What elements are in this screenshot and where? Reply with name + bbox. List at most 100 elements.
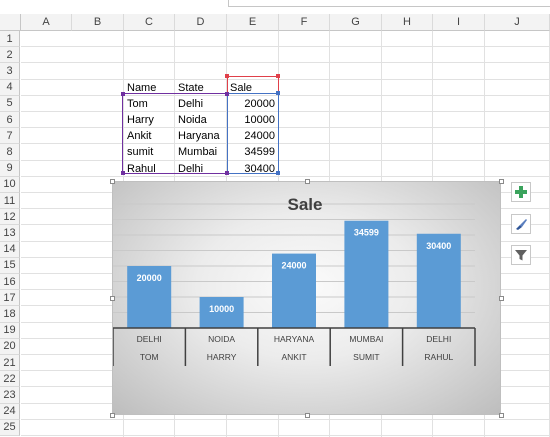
select-all-corner[interactable] bbox=[0, 14, 21, 31]
range-resize-handle[interactable] bbox=[121, 171, 125, 175]
bar-data-label: 20000 bbox=[137, 273, 162, 283]
gridline-horizontal bbox=[21, 175, 550, 177]
chart-resize-handle[interactable] bbox=[110, 413, 115, 418]
chart-filters-button[interactable] bbox=[511, 245, 531, 265]
row-header-15[interactable]: 15 bbox=[0, 257, 20, 274]
row-header-3[interactable]: 3 bbox=[0, 63, 20, 80]
row-header-5[interactable]: 5 bbox=[0, 95, 20, 112]
gridline-horizontal bbox=[21, 159, 550, 161]
row-header-17[interactable]: 17 bbox=[0, 290, 20, 307]
bar-data-label: 10000 bbox=[209, 304, 234, 314]
category-label-name: SUMIT bbox=[353, 352, 379, 362]
row-header-20[interactable]: 20 bbox=[0, 338, 20, 355]
row-header-16[interactable]: 16 bbox=[0, 274, 20, 291]
column-header-h[interactable]: H bbox=[382, 14, 433, 31]
table-cell[interactable]: Mumbai bbox=[178, 144, 223, 160]
table-cell[interactable]: Noida bbox=[178, 112, 223, 128]
row-header-1[interactable]: 1 bbox=[0, 31, 20, 48]
chart-resize-handle[interactable] bbox=[499, 413, 504, 418]
table-header-state[interactable]: State bbox=[178, 80, 223, 96]
range-resize-handle[interactable] bbox=[225, 171, 229, 175]
row-header-10[interactable]: 10 bbox=[0, 176, 20, 193]
column-header-d[interactable]: D bbox=[175, 14, 227, 31]
table-cell[interactable]: 34599 bbox=[230, 144, 275, 160]
row-header-8[interactable]: 8 bbox=[0, 144, 20, 161]
table-cell[interactable]: Tom bbox=[127, 96, 171, 112]
category-label-name: TOM bbox=[140, 352, 159, 362]
range-resize-handle[interactable] bbox=[225, 92, 229, 96]
category-label-state: DELHI bbox=[426, 334, 451, 344]
row-header-6[interactable]: 6 bbox=[0, 112, 20, 129]
chart-plot: 20000 10000 24000 34599 30400 DELHI TOM NOIDA H… bbox=[113, 195, 476, 366]
table-cell[interactable]: Haryana bbox=[178, 128, 223, 144]
chart-resize-handle[interactable] bbox=[110, 179, 115, 184]
brush-icon bbox=[516, 219, 527, 230]
gridline-horizontal bbox=[21, 143, 550, 145]
chart-resize-handle[interactable] bbox=[304, 413, 310, 418]
gridline-horizontal bbox=[21, 418, 550, 420]
chart-resize-handle[interactable] bbox=[499, 179, 504, 184]
gridline-horizontal bbox=[21, 94, 550, 96]
table-cell[interactable]: Rahul bbox=[127, 161, 171, 177]
table-cell[interactable]: 24000 bbox=[230, 128, 275, 144]
funnel-icon bbox=[515, 250, 527, 261]
table-header-sale[interactable]: Sale bbox=[230, 80, 275, 96]
range-resize-handle[interactable] bbox=[276, 91, 280, 95]
table-cell[interactable]: Harry bbox=[127, 112, 171, 128]
range-resize-handle[interactable] bbox=[121, 92, 125, 96]
table-cell[interactable]: 20000 bbox=[230, 96, 275, 112]
column-header-c[interactable]: C bbox=[124, 14, 175, 31]
chart-elements-button[interactable] bbox=[511, 182, 531, 202]
category-label-state: MUMBAI bbox=[349, 334, 383, 344]
column-header-j[interactable]: J bbox=[485, 14, 550, 31]
table-cell[interactable]: sumit bbox=[127, 144, 171, 160]
formula-bar-input[interactable] bbox=[228, 0, 550, 7]
row-header-2[interactable]: 2 bbox=[0, 47, 20, 64]
row-header-7[interactable]: 7 bbox=[0, 128, 20, 145]
category-label-state: HARYANA bbox=[274, 334, 315, 344]
plus-icon bbox=[515, 186, 527, 198]
row-header-14[interactable]: 14 bbox=[0, 241, 20, 258]
range-resize-handle[interactable] bbox=[276, 74, 280, 78]
row-header-12[interactable]: 12 bbox=[0, 209, 20, 226]
row-header-11[interactable]: 11 bbox=[0, 193, 20, 210]
range-resize-handle[interactable] bbox=[225, 74, 229, 78]
bar-data-label: 30400 bbox=[426, 241, 451, 251]
category-label-name: ANKIT bbox=[281, 352, 306, 362]
table-cell[interactable]: Ankit bbox=[127, 128, 171, 144]
row-header-19[interactable]: 19 bbox=[0, 322, 20, 339]
table-cell[interactable]: 10000 bbox=[230, 112, 275, 128]
chart-resize-handle[interactable] bbox=[110, 296, 115, 301]
row-header-4[interactable]: 4 bbox=[0, 79, 20, 96]
column-header-a[interactable]: A bbox=[21, 14, 72, 31]
column-header-g[interactable]: G bbox=[330, 14, 382, 31]
table-cell[interactable]: Delhi bbox=[178, 161, 223, 177]
row-header-24[interactable]: 24 bbox=[0, 403, 20, 420]
category-label-name: HARRY bbox=[207, 352, 237, 362]
range-resize-handle[interactable] bbox=[276, 171, 280, 175]
row-header-23[interactable]: 23 bbox=[0, 387, 20, 404]
table-cell[interactable]: Delhi bbox=[178, 96, 223, 112]
sale-chart[interactable]: 20000 10000 24000 34599 30400 DELHI TOM NOIDA H… bbox=[112, 181, 501, 415]
chart-resize-handle[interactable] bbox=[304, 179, 310, 184]
column-header-e[interactable]: E bbox=[227, 14, 279, 31]
table-header-name[interactable]: Name bbox=[127, 80, 171, 96]
table-cell[interactable]: 30400 bbox=[230, 161, 275, 177]
row-header-9[interactable]: 9 bbox=[0, 160, 20, 177]
chart-styles-button[interactable] bbox=[511, 214, 531, 234]
gridline-horizontal bbox=[21, 78, 550, 80]
row-header-13[interactable]: 13 bbox=[0, 225, 20, 242]
category-label-state: DELHI bbox=[137, 334, 162, 344]
bar-data-label: 24000 bbox=[281, 261, 306, 271]
column-header-i[interactable]: I bbox=[433, 14, 485, 31]
row-header-21[interactable]: 21 bbox=[0, 355, 20, 372]
chart-resize-handle[interactable] bbox=[499, 296, 504, 301]
column-header-f[interactable]: F bbox=[279, 14, 330, 31]
gridline-horizontal bbox=[21, 111, 550, 112]
row-header-25[interactable]: 25 bbox=[0, 419, 20, 436]
row-header-18[interactable]: 18 bbox=[0, 306, 20, 323]
gridline-horizontal bbox=[21, 62, 550, 64]
column-header-b[interactable]: B bbox=[72, 14, 124, 31]
category-label-state: NOIDA bbox=[208, 334, 235, 344]
row-header-22[interactable]: 22 bbox=[0, 371, 20, 388]
